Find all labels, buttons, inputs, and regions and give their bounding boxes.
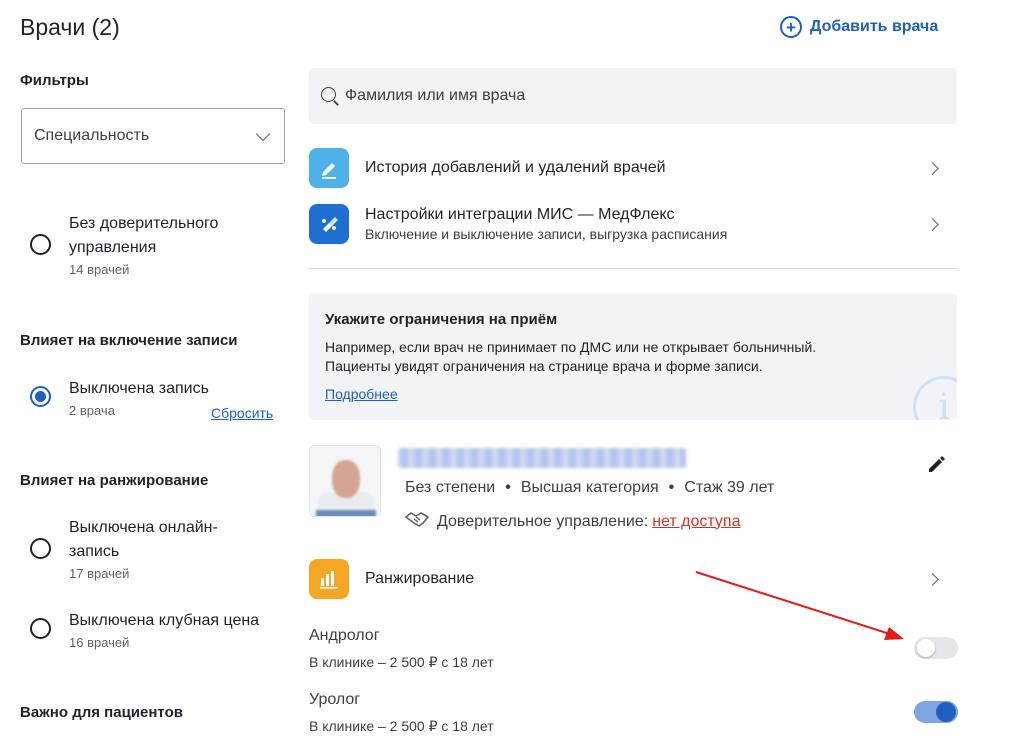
nav-integration-subtitle: Включение и выключение записи, выгрузка … (365, 226, 728, 242)
specialty-select-value: Специальность (34, 127, 150, 144)
bar-chart-icon (309, 559, 349, 599)
page-title: Врачи (2) (20, 14, 120, 40)
filter-club-price-off[interactable]: Выключена клубная цена 16 врачей (30, 609, 284, 650)
doctor-avatar (309, 445, 381, 517)
nav-ranking[interactable]: Ранжирование (309, 559, 957, 599)
divider (309, 268, 957, 269)
service-toggle-off[interactable] (914, 637, 958, 659)
info-icon: i (913, 376, 957, 420)
radio-button[interactable] (30, 234, 51, 255)
nav-integration-title: Настройки интеграции МИС — МедФлекс (365, 206, 675, 223)
chevron-right-icon (926, 572, 939, 586)
doctor-category: Высшая категория (520, 479, 659, 496)
filter-no-trust[interactable]: Без доверительного управления 14 врачей (30, 212, 284, 277)
plus-circle-icon: + (780, 16, 802, 38)
section-title-ranking: Влияет на ранжирование (20, 472, 209, 489)
edit-history-icon (309, 148, 349, 188)
service-toggle-on[interactable] (914, 701, 958, 723)
radio-label: Выключена онлайн-запись (69, 519, 218, 560)
avatar-blur (316, 510, 376, 516)
pencil-icon[interactable] (926, 453, 948, 475)
doctor-experience: Стаж 39 лет (684, 479, 775, 496)
trust-access-link[interactable]: нет доступа (652, 513, 740, 531)
chevron-right-icon (926, 217, 939, 231)
service-price: В клинике – 2 500 ₽ с 18 лет (309, 718, 494, 734)
info-card-link[interactable]: Подробнее (325, 386, 398, 402)
trust-management: Доверительное управление: нет доступа (405, 510, 740, 533)
search-icon (319, 85, 341, 107)
nav-history-title: История добавлений и удалений врачей (365, 159, 666, 176)
nav-integration[interactable]: Настройки интеграции МИС — МедФлекс Вклю… (309, 204, 957, 244)
avatar-head (332, 460, 360, 498)
radio-label: Выключена клубная цена (69, 612, 260, 629)
info-card: Укажите ограничения на приём Например, е… (309, 294, 957, 420)
info-card-text: Например, если врач не принимает по ДМС … (325, 338, 941, 376)
service-item: Уролог В клинике – 2 500 ₽ с 18 лет (309, 691, 494, 735)
radio-label: Без доверительного управления (69, 215, 219, 256)
handshake-icon (405, 510, 429, 533)
nav-ranking-title: Ранжирование (365, 570, 475, 587)
add-doctor-label: Добавить врача (810, 18, 939, 35)
doctor-meta: Без степени • Высшая категория • Стаж 39… (405, 479, 774, 497)
radio-count: 17 врачей (69, 566, 130, 581)
radio-button[interactable] (30, 618, 51, 639)
service-item: Андролог В клинике – 2 500 ₽ с 18 лет (309, 627, 494, 671)
section-title-booking: Влияет на включение записи (20, 332, 238, 349)
reset-link[interactable]: Сбросить (211, 405, 273, 421)
integration-icon (309, 204, 349, 244)
add-doctor-button[interactable]: + Добавить врача (780, 16, 938, 38)
separator-dot: • (668, 479, 675, 496)
info-card-line-1: Например, если врач не принимает по ДМС … (325, 339, 817, 355)
filter-online-booking-off[interactable]: Выключена онлайн-запись 17 врачей (30, 516, 249, 581)
info-card-line-2: Пациенты увидят ограничения на странице … (325, 358, 763, 374)
separator-dot: • (505, 479, 511, 496)
radio-label: Выключена запись (69, 380, 209, 397)
radio-count: 14 врачей (69, 262, 130, 277)
chevron-down-icon (255, 126, 271, 142)
doctor-degree: Без степени (405, 479, 496, 496)
service-price: В клинике – 2 500 ₽ с 18 лет (309, 654, 494, 670)
info-card-title: Укажите ограничения на приём (325, 311, 558, 328)
nav-history[interactable]: История добавлений и удалений врачей (309, 148, 957, 188)
trust-label: Доверительное управление: (437, 512, 649, 530)
toggle-knob (917, 639, 935, 657)
radio-button-checked[interactable] (30, 386, 51, 407)
doctor-name-blurred (398, 448, 686, 468)
service-name: Уролог (309, 691, 361, 708)
toggle-knob (936, 702, 956, 722)
service-name: Андролог (309, 627, 380, 644)
section-title-patients: Важно для пациентов (20, 704, 183, 721)
specialty-select[interactable]: Специальность (21, 108, 285, 164)
filters-title: Фильтры (20, 72, 89, 89)
search-bar[interactable] (309, 68, 957, 124)
radio-count: 16 врачей (69, 635, 130, 650)
search-input[interactable] (345, 87, 925, 105)
radio-button[interactable] (30, 538, 51, 559)
chevron-right-icon (926, 161, 939, 175)
